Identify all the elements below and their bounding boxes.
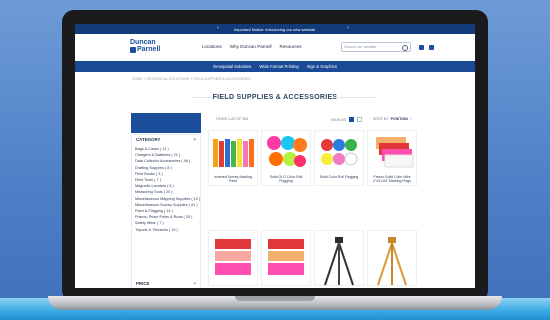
product-name[interactable]: Solid Color Roll Flagging <box>317 175 361 179</box>
breadcrumb[interactable]: HOME > GEOSPATIAL SOLUTIONS > FIELD SUPP… <box>132 77 251 81</box>
product-name[interactable]: Presco Solid Color Wire 2"x3"x34" Markin… <box>370 175 414 183</box>
nav-item-locations[interactable]: Locations <box>202 44 222 49</box>
account-icon[interactable] <box>419 45 424 50</box>
product-card[interactable]: Solid GLO Color Roll Flagging <box>261 130 311 186</box>
product-card[interactable] <box>367 230 417 286</box>
search-placeholder: Search our website <box>344 45 377 49</box>
category-item[interactable]: Tripods & Tribrachs ( 13 ) <box>135 227 199 233</box>
site-header: Duncan Parnell Locations Why Duncan Parn… <box>75 34 475 62</box>
subnav-item-wide-format[interactable]: Wide Format Printing <box>259 64 298 69</box>
sort-label: SORT BY <box>373 117 389 121</box>
category-item[interactable]: Miscellaneous Mapping Supplies ( 10 ) <box>135 196 200 202</box>
chevron-down-icon[interactable]: ˅ <box>410 117 412 121</box>
nav-item-why[interactable]: Why Duncan Parnell <box>230 44 272 49</box>
product-card[interactable] <box>208 230 258 286</box>
top-nav: Locations Why Duncan Parnell Resources <box>202 44 302 49</box>
chevron-left-icon[interactable]: ‹ <box>217 25 219 31</box>
product-image-solid-flagging <box>321 139 358 166</box>
search-input[interactable]: Search our website <box>341 42 411 52</box>
nav-item-resources[interactable]: Resources <box>280 44 302 49</box>
product-image-glo-flagging <box>267 136 307 167</box>
product-image-paint <box>213 139 254 167</box>
logo-line2: Parnell <box>130 46 170 53</box>
sort-controls: SORT BY POSITION ˅ <box>373 117 412 121</box>
view-as-controls: VIEW AS <box>331 117 362 122</box>
product-image-tripod <box>377 237 407 286</box>
sort-select[interactable]: POSITION <box>391 117 408 121</box>
logo-line2-text: Parnell <box>137 46 161 53</box>
category-title[interactable]: CATEGORY <box>136 137 160 142</box>
filter-header <box>131 113 201 133</box>
header-icons <box>419 45 434 50</box>
product-card[interactable]: Solid Color Roll Flagging <box>314 130 364 186</box>
logo-line1: Duncan <box>130 39 156 46</box>
grid-view-icon[interactable] <box>348 117 354 122</box>
title-divider-right <box>335 97 375 98</box>
product-name[interactable]: Inverted Survey Marking Paint <box>211 175 255 183</box>
page-title: FIELD SUPPLIES & ACCESSORIES <box>212 94 338 101</box>
subnav-item-signs[interactable]: Sign & Graphics <box>307 64 337 69</box>
product-card[interactable]: Inverted Survey Marking Paint <box>208 130 258 186</box>
list-view-icon[interactable] <box>356 117 362 122</box>
product-image-flags <box>268 239 304 275</box>
cart-icon[interactable] <box>429 45 434 50</box>
chevron-right-icon[interactable]: › <box>347 25 349 31</box>
promo-text: Important Notice: Introducing our new we… <box>233 26 317 32</box>
chevron-up-icon[interactable]: ˄ <box>193 137 196 142</box>
chevron-down-icon[interactable]: ˅ <box>193 281 196 286</box>
items-count: ITEMS 1-20 OF 283 <box>216 117 249 121</box>
logo-mark-icon <box>130 46 136 53</box>
product-card[interactable] <box>261 230 311 286</box>
view-as-label: VIEW AS <box>331 117 346 122</box>
category-item[interactable]: Data Collector Accessories ( 46 ) <box>135 158 199 164</box>
category-filter: CATEGORY ˄ Bags & Cases ( 11 ) Chargers … <box>131 134 201 288</box>
category-list: Bags & Cases ( 11 ) Chargers & Batteries… <box>135 146 200 233</box>
search-icon[interactable] <box>402 45 408 51</box>
product-card[interactable]: Presco Solid Color Wire 2"x3"x34" Markin… <box>367 130 417 186</box>
logo[interactable]: Duncan Parnell <box>130 39 170 53</box>
product-image-wire-flags <box>376 137 414 168</box>
promo-bar: ‹ Important Notice: Introducing our new … <box>75 24 475 34</box>
product-image-flags <box>215 239 251 275</box>
product-name[interactable]: Solid GLO Color Roll Flagging <box>264 175 308 183</box>
subnav-item-geospatial[interactable]: Geospatial Solutions <box>213 64 251 69</box>
browser-screen: ‹ Important Notice: Introducing our new … <box>75 24 475 288</box>
laptop-notch <box>235 296 315 301</box>
product-image-tripod <box>324 237 354 286</box>
price-title[interactable]: PRICE <box>136 281 149 286</box>
category-nav: Geospatial Solutions Wide Format Printin… <box>75 61 475 72</box>
product-card[interactable] <box>314 230 364 286</box>
